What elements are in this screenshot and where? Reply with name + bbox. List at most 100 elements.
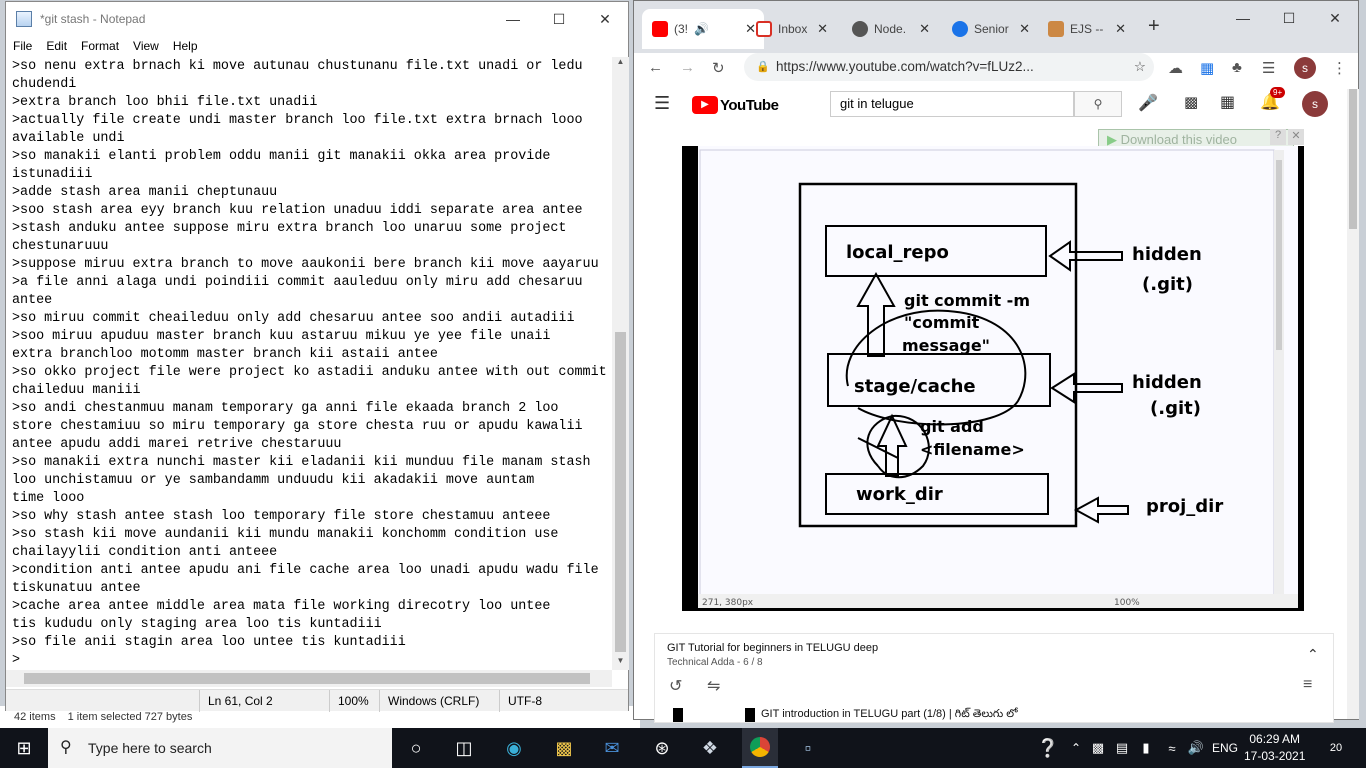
notepad-vertical-scrollbar[interactable]: ▲ ▼	[612, 57, 629, 670]
video-player[interactable]: local_repo stage/cache work_dir git comm…	[682, 146, 1304, 611]
zoom-level: 100%	[329, 689, 379, 712]
tab-label: Senior	[974, 22, 1009, 36]
page-scrollbar[interactable]	[1347, 89, 1359, 719]
image-coords: 271, 380px	[702, 598, 754, 608]
scroll-thumb[interactable]	[615, 332, 626, 652]
volume-icon[interactable]: 🔊	[1184, 736, 1208, 760]
tab-node[interactable]: Node. ✕	[842, 9, 938, 49]
maximize-button[interactable]: ☐	[536, 2, 582, 36]
maximize-button[interactable]: ☐	[1266, 1, 1312, 35]
task-view-icon[interactable]: ◫	[452, 736, 476, 760]
notification-center-icon[interactable]: 20	[1324, 736, 1348, 760]
page-scroll-thumb[interactable]	[1349, 89, 1357, 229]
media-icon[interactable]: ☰	[1262, 59, 1275, 77]
text-line: store chestamiuu so miru temporary ga st…	[12, 419, 583, 434]
text-line: >suppose miruu extra branch to move aauk…	[12, 257, 599, 272]
ejs-icon	[1048, 21, 1064, 37]
bookmark-star-icon[interactable]: ☆	[1134, 53, 1146, 81]
close-button[interactable]: ✕	[582, 2, 628, 36]
save-playlist-icon[interactable]: ≡	[1303, 676, 1312, 694]
notepad-horizontal-scrollbar[interactable]	[6, 670, 612, 687]
close-tab-icon[interactable]: ✕	[919, 21, 930, 37]
dropbox-icon[interactable]: ❖	[698, 736, 722, 760]
scroll-up-icon[interactable]: ▲	[612, 57, 629, 71]
close-button[interactable]: ✕	[1312, 1, 1358, 35]
tab-label: Inbox	[778, 22, 808, 36]
battery-icon[interactable]: ▮	[1134, 736, 1158, 760]
notification-badge: 9+	[1270, 87, 1286, 98]
text-line: >condition anti antee apudu ani file cac…	[12, 563, 599, 578]
extensions-icon[interactable]: ♣	[1232, 59, 1242, 76]
node-icon	[852, 21, 868, 37]
address-bar[interactable]: 🔒 https://www.youtube.com/watch?v=fLUz2.…	[744, 53, 1154, 81]
menu-file[interactable]: File	[13, 39, 32, 53]
notepad-text-area[interactable]: >so nenu extra brnach ki move autunau ch…	[6, 57, 612, 670]
windows-start-icon[interactable]: ⊞	[12, 736, 36, 760]
url-text: https://www.youtube.com/watch?v=fLUz2...	[776, 59, 1034, 74]
menu-format[interactable]: Format	[81, 39, 119, 53]
chrome-logo-icon	[750, 737, 770, 757]
vscode-icon[interactable]: ⊛	[650, 736, 674, 760]
close-tab-icon[interactable]: ✕	[1115, 21, 1126, 37]
tab-gmail[interactable]: Inbox ✕	[746, 9, 836, 49]
tray-icon-2[interactable]: ▤	[1110, 736, 1134, 760]
cortana-icon[interactable]: ○	[404, 736, 428, 760]
tab-senior[interactable]: Senior ✕	[942, 9, 1038, 49]
menu-edit[interactable]: Edit	[46, 39, 67, 53]
notepad-titlebar[interactable]: *git stash - Notepad — ☐ ✕	[6, 2, 628, 36]
notepad-taskbar-icon[interactable]: ▫	[796, 736, 820, 760]
hscroll-thumb[interactable]	[24, 673, 590, 684]
thumbnail[interactable]	[673, 708, 755, 722]
help-tray-icon[interactable]: ❔	[1036, 736, 1060, 760]
youtube-avatar[interactable]: s	[1302, 91, 1328, 117]
file-explorer-icon[interactable]: ▩	[552, 736, 576, 760]
playlist-title[interactable]: GIT Tutorial for beginners in TELUGU dee…	[667, 642, 878, 654]
edge-icon[interactable]: ◉	[502, 736, 526, 760]
close-tab-icon[interactable]: ✕	[817, 21, 828, 37]
notepad-icon	[16, 11, 32, 27]
collapse-icon[interactable]: ⌃	[1307, 646, 1319, 663]
search-button[interactable]: ⚲	[1074, 91, 1122, 117]
hamburger-menu-icon[interactable]: ☰	[654, 93, 670, 114]
wifi-icon[interactable]: ≈	[1160, 736, 1184, 760]
encoding: UTF-8	[499, 689, 609, 712]
menu-view[interactable]: View	[133, 39, 159, 53]
cloud-icon[interactable]: ☁	[1168, 59, 1183, 77]
minimize-button[interactable]: —	[490, 2, 536, 36]
cursor-position: Ln 61, Col 2	[199, 689, 329, 712]
apps-grid-icon[interactable]: ▦	[1220, 92, 1235, 112]
work-dir-label: work_dir	[856, 484, 943, 505]
minimize-button[interactable]: —	[1220, 1, 1266, 35]
reload-icon[interactable]: ↻	[712, 59, 725, 77]
menu-kebab-icon[interactable]: ⋮	[1332, 59, 1347, 77]
language-indicator[interactable]: ENG	[1212, 741, 1238, 755]
youtube-logo[interactable]: ▶ YouTube	[692, 96, 779, 114]
translate-icon[interactable]: ▦	[1200, 59, 1214, 77]
close-download-icon[interactable]: ✕	[1288, 129, 1304, 145]
mail-icon[interactable]: ✉	[600, 736, 624, 760]
playlist-next-title[interactable]: GIT introduction in TELUGU part (1/8) | …	[761, 708, 1018, 723]
help-icon[interactable]: ?	[1270, 129, 1286, 145]
tab-label: EJS --	[1070, 22, 1104, 36]
youtube-search-input[interactable]: git in telugue	[830, 91, 1074, 117]
create-video-icon[interactable]: ▩	[1184, 93, 1198, 111]
taskbar-search[interactable]: ⚲ Type here to search	[48, 728, 392, 768]
text-line: tiskunatuu antee	[12, 581, 141, 596]
new-tab-button[interactable]: +	[1148, 15, 1160, 38]
clock[interactable]: 06:29 AM 17-03-2021	[1244, 731, 1305, 765]
show-hidden-icons[interactable]: ⌃	[1064, 736, 1088, 760]
back-icon[interactable]: ←	[648, 59, 663, 76]
menu-help[interactable]: Help	[173, 39, 198, 53]
close-tab-icon[interactable]: ✕	[1019, 21, 1030, 37]
forward-icon[interactable]: →	[680, 59, 695, 76]
text-line: >so okko project file were project ko as…	[12, 365, 607, 380]
scroll-down-icon[interactable]: ▼	[612, 656, 629, 670]
microphone-icon[interactable]: 🎤	[1138, 93, 1158, 113]
loop-icon[interactable]: ↺	[669, 676, 682, 696]
tab-ejs[interactable]: EJS -- ✕	[1038, 9, 1134, 49]
lock-icon: 🔒	[756, 61, 770, 73]
profile-avatar[interactable]: s	[1294, 57, 1316, 79]
shuffle-icon[interactable]: ⇋	[707, 676, 720, 696]
chrome-taskbar-icon[interactable]	[742, 728, 778, 768]
tray-icon-1[interactable]: ▩	[1086, 736, 1110, 760]
